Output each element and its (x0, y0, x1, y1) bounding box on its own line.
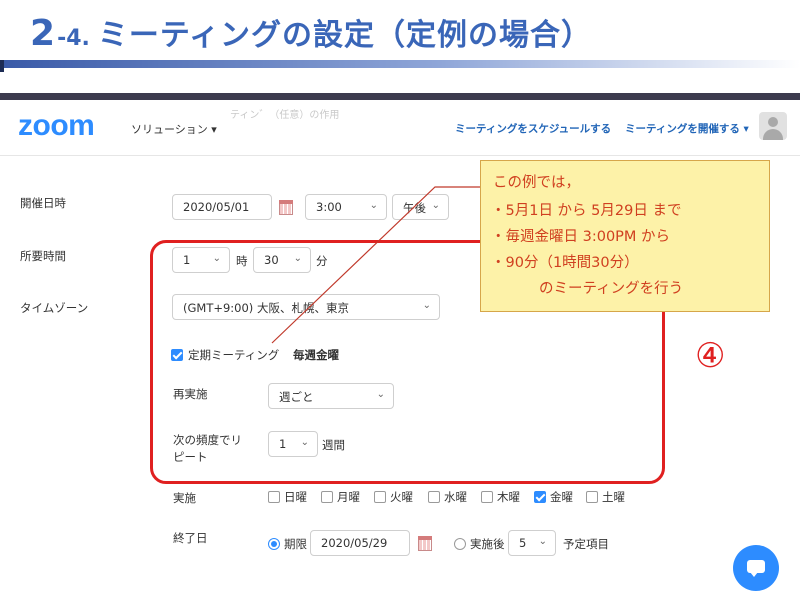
host-meeting-menu[interactable]: ミーティングを開催する ▾ (625, 121, 749, 136)
chat-button[interactable] (733, 545, 779, 591)
end-by-label: 期限 (284, 537, 307, 551)
faded-ghost-text: ティン゛（任意）の作用 (230, 110, 340, 121)
days-label: 実施 (173, 491, 196, 505)
chevron-down-icon: ⌄ (431, 200, 440, 211)
frequency-unit: 週間 (322, 438, 345, 452)
duration-label: 所要時間 (20, 249, 66, 263)
title-underline (0, 60, 800, 68)
repeat-select[interactable]: 週ごと ⌄ (268, 383, 394, 409)
time-value: 3:00 (316, 200, 342, 214)
zoom-logo[interactable]: zoom (18, 109, 95, 143)
repeat-value: 週ごと (279, 390, 314, 404)
frequency-label-line1: 次の頻度でリ (173, 433, 242, 447)
chevron-down-icon: ⌄ (369, 200, 378, 211)
callout-line-5: のミーティングを行う (539, 281, 684, 297)
weekday-label: 金曜 (550, 490, 573, 504)
recurring-summary: 毎週金曜 (293, 348, 339, 362)
slide-title: 2 -4. ミーティングの設定（定例の場合） (30, 10, 592, 62)
occurrences-value: 5 (519, 536, 527, 550)
avatar-body (763, 129, 783, 140)
occurrences-unit: 予定項目 (563, 537, 609, 551)
title-underline-tick (0, 60, 4, 72)
weekday-checkbox[interactable] (374, 491, 386, 503)
browser-top-bar (0, 93, 800, 100)
chevron-down-icon: ⌄ (376, 389, 385, 400)
step-marker: ④ (695, 336, 726, 376)
date-label: 開催日時 (20, 196, 66, 210)
timezone-label: タイムゾーン (20, 301, 89, 315)
repeat-label: 再実施 (173, 387, 208, 401)
chevron-down-icon: ⌄ (300, 437, 309, 448)
slide-title-subnumber: -4. (57, 26, 90, 51)
ampm-select[interactable]: 午後 ⌄ (392, 194, 449, 220)
callout-line-2: ・5月1日 から 5月29日 まで (491, 203, 682, 219)
slide-title-number: 2 (30, 13, 56, 54)
weekday-label: 月曜 (337, 490, 360, 504)
callout-note: この例では， ・5月1日 から 5月29日 まで ・毎週金曜日 3:00PM か… (480, 160, 770, 312)
weekday-label: 水曜 (444, 490, 467, 504)
recurring-checkbox[interactable] (171, 349, 183, 361)
occurrences-select[interactable]: 5 ⌄ (508, 530, 556, 556)
weekday-checkbox[interactable] (586, 491, 598, 503)
end-date-label: 終了日 (173, 531, 208, 545)
frequency-label-line2: ピート (173, 450, 208, 464)
frequency-select[interactable]: 1 ⌄ (268, 431, 318, 457)
weekday-checkbox[interactable] (268, 491, 280, 503)
calendar-icon[interactable] (279, 200, 293, 215)
zoom-navbar: zoom ティン゛（任意）の作用 ソリューション ▾ ミーティングをスケジュール… (0, 100, 800, 156)
avatar[interactable] (759, 112, 787, 140)
weekday-label: 木曜 (497, 490, 520, 504)
callout-line-1: この例では， (493, 175, 580, 191)
slide-title-text: ミーティングの設定（定例の場合） (97, 18, 593, 53)
date-input[interactable]: 2020/05/01 (172, 194, 272, 220)
frequency-value: 1 (279, 437, 287, 451)
weekday-checkbox[interactable] (481, 491, 493, 503)
weekday-checkbox[interactable] (428, 491, 440, 503)
end-after-label: 実施後 (470, 537, 505, 551)
solutions-menu[interactable]: ソリューション ▾ (131, 121, 217, 137)
callout-line-3: ・毎週金曜日 3:00PM から (491, 229, 671, 245)
time-select[interactable]: 3:00 ⌄ (305, 194, 387, 220)
weekday-label: 日曜 (284, 490, 307, 504)
schedule-meeting-link[interactable]: ミーティングをスケジュールする (455, 121, 611, 136)
weekday-label: 土曜 (602, 490, 625, 504)
calendar-icon[interactable] (418, 536, 432, 551)
end-date-input[interactable]: 2020/05/29 (310, 530, 410, 556)
callout-line-4: ・90分（1時間30分） (491, 255, 639, 271)
chevron-down-icon: ⌄ (538, 536, 547, 547)
ampm-value: 午後 (403, 201, 426, 215)
chat-bubble-icon (747, 560, 765, 577)
end-after-radio[interactable] (454, 538, 466, 550)
weekday-checkbox[interactable] (534, 491, 546, 503)
avatar-head (768, 117, 778, 127)
recurring-checkbox-label: 定期ミーティング (188, 348, 280, 362)
end-by-radio[interactable] (268, 538, 280, 550)
weekday-label: 火曜 (390, 490, 413, 504)
weekday-checkbox[interactable] (321, 491, 333, 503)
